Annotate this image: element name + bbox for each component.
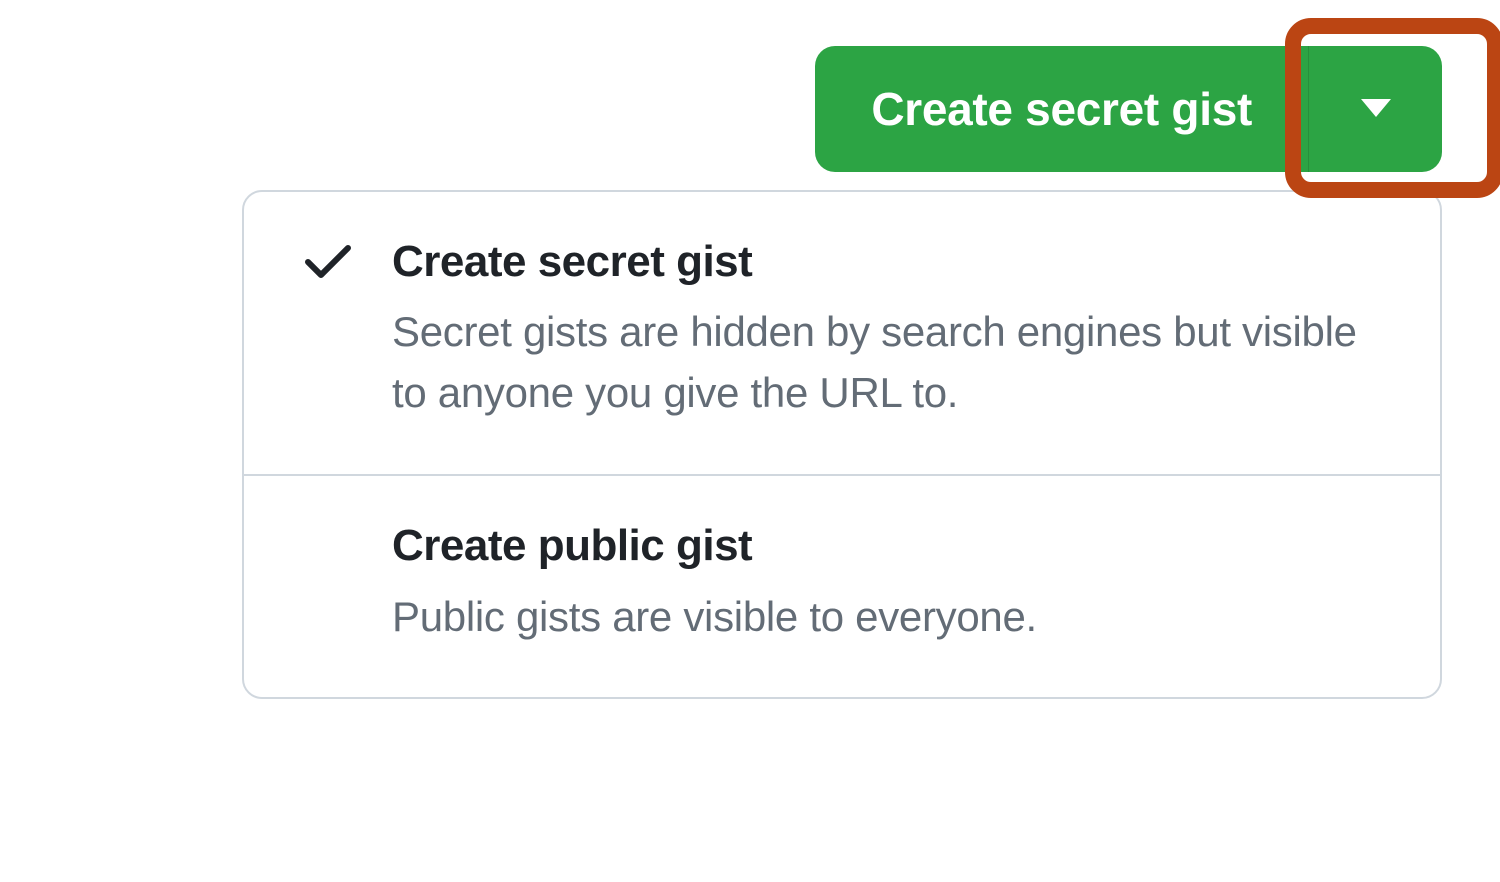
dropdown-item-secret-gist[interactable]: Create secret gist Secret gists are hidd… [244,192,1440,476]
gist-type-dropdown-menu: Create secret gist Secret gists are hidd… [242,190,1442,699]
highlight-annotation [1285,18,1500,198]
check-icon [304,242,352,287]
dropdown-toggle-button[interactable] [1308,46,1442,172]
dropdown-item-description: Secret gists are hidden by search engine… [392,302,1400,424]
dropdown-item-title: Create secret gist [392,238,1400,286]
dropdown-item-title: Create public gist [392,522,1400,570]
dropdown-item-public-gist[interactable]: Create public gist Public gists are visi… [244,476,1440,697]
dropdown-item-description: Public gists are visible to everyone. [392,587,1400,648]
caret-down-icon [1361,99,1391,120]
create-gist-button[interactable]: Create secret gist [815,46,1308,172]
